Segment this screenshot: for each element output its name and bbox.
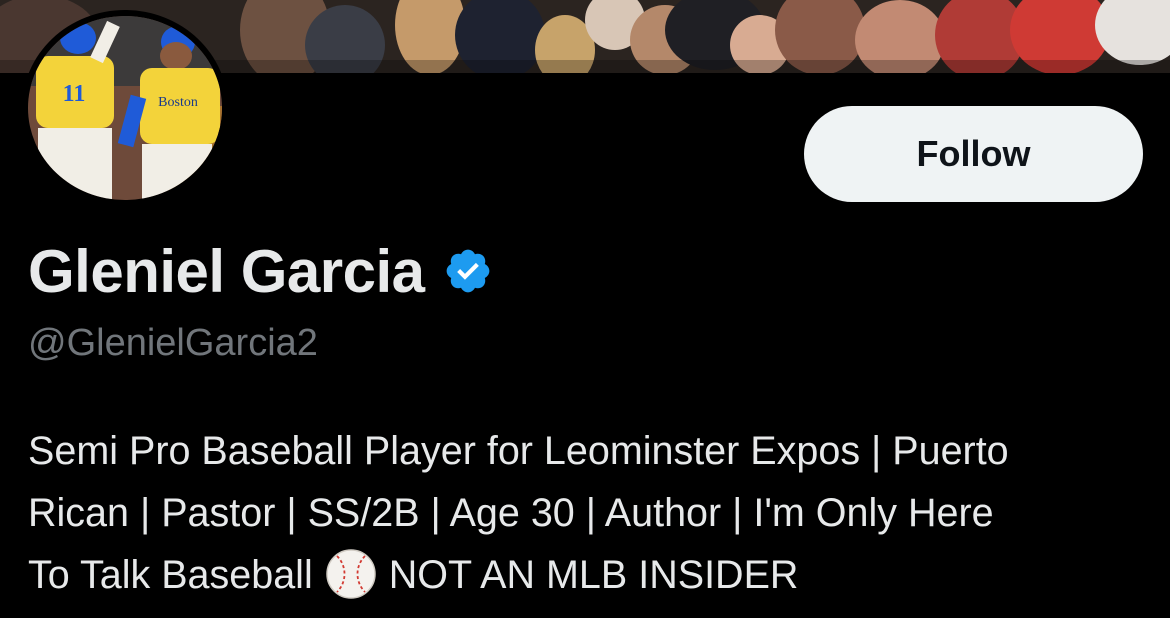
verified-badge-icon[interactable] (443, 246, 493, 296)
avatar-jersey-text: Boston (158, 95, 198, 110)
user-handle: @GlenielGarcia2 (28, 322, 318, 364)
bio-line-3-text: To Talk Baseball (28, 553, 313, 597)
profile-name-row: Gleniel Garcia (28, 236, 493, 306)
bio-line-3: To Talk Baseball NOT AN MLB INSIDER (28, 544, 1148, 606)
avatar-photo: 11 Boston (28, 16, 222, 200)
follow-button[interactable]: Follow (804, 106, 1143, 202)
baseball-icon (325, 548, 377, 600)
bio-line-2: Rican | Pastor | SS/2B | Age 30 | Author… (28, 491, 994, 535)
display-name: Gleniel Garcia (28, 237, 425, 305)
avatar[interactable]: 11 Boston (28, 16, 222, 200)
bio-tail-text: NOT AN MLB INSIDER (388, 553, 799, 597)
avatar-jersey-number: 11 (63, 81, 86, 107)
profile-bio: Semi Pro Baseball Player for Leominster … (28, 420, 1148, 606)
bio-line-1: Semi Pro Baseball Player for Leominster … (28, 429, 1009, 473)
